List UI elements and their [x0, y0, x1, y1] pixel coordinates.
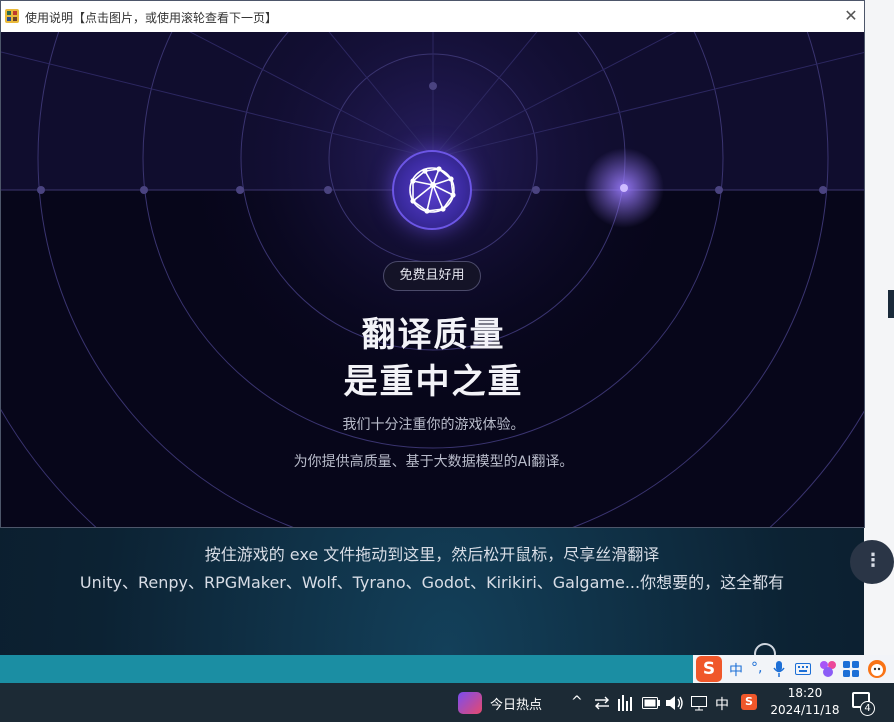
news-widget-label[interactable]: 今日热点 — [490, 694, 542, 713]
skin-icon[interactable] — [819, 660, 837, 678]
drop-hint-text: 按住游戏的 exe 文件拖动到这里，然后松开鼠标，尽享丝滑翻译 — [204, 545, 660, 564]
news-app-icon[interactable] — [458, 692, 482, 714]
toolbox-icon[interactable] — [843, 661, 859, 677]
feature-badge: 免费且好用 — [383, 261, 481, 291]
background-scroll-indicator[interactable] — [888, 290, 894, 318]
ime-punctuation-toggle[interactable]: °, — [751, 660, 762, 676]
subtitle-1: 我们十分注重你的游戏体验。 — [342, 417, 525, 433]
instructions-popup-window: 使用说明【点击图片，或使用滚轮查看下一页】 ✕ 免费且好用 翻译质量 是重中之重… — [0, 0, 865, 528]
headline-line-2: 是重中之重 — [343, 362, 524, 402]
input-language-indicator[interactable]: 中 — [715, 694, 729, 714]
show-hidden-icons-chevron-icon[interactable]: ^ — [571, 694, 583, 710]
kebab-menu-icon: ⋮ — [864, 550, 882, 571]
clock-date[interactable]: 2024/11/18 — [770, 703, 840, 717]
network-transfer-icon[interactable] — [594, 696, 610, 710]
display-icon[interactable] — [691, 695, 707, 711]
menu-button[interactable]: ⋮ — [850, 540, 894, 584]
ime-mode-toggle[interactable]: 中 — [729, 660, 743, 680]
ime-toolbar: S 中 °, — [693, 655, 894, 683]
volume-icon[interactable] — [666, 695, 684, 711]
microphone-icon[interactable] — [773, 661, 785, 677]
mascot-icon[interactable] — [867, 659, 887, 679]
sogou-tray-icon[interactable]: S — [741, 694, 757, 710]
taskbar: 今日热点 ^ 中 S 18:20 2024/11/18 4 — [0, 683, 894, 722]
close-button[interactable]: ✕ — [839, 4, 863, 28]
app-icon — [5, 9, 19, 23]
headline-line-1: 翻译质量 — [361, 315, 506, 355]
clock-time[interactable]: 18:20 — [770, 686, 840, 700]
network-globe-icon — [392, 150, 472, 230]
subtitle-2: 为你提供高质量、基于大数据模型的AI翻译。 — [293, 454, 574, 470]
popup-titlebar[interactable]: 使用说明【点击图片，或使用滚轮查看下一页】 ✕ — [1, 1, 864, 32]
supported-engines-text: Unity、Renpy、RPGMaker、Wolf、Tyrano、Godot、K… — [79, 573, 785, 592]
keyboard-icon[interactable] — [795, 663, 811, 675]
popup-title: 使用说明【点击图片，或使用滚轮查看下一页】 — [25, 11, 278, 25]
close-icon: ✕ — [844, 6, 858, 25]
slide-content[interactable]: 免费且好用 翻译质量 是重中之重 我们十分注重你的游戏体验。 为你提供高质量、基… — [1, 32, 864, 527]
notification-count-badge: 4 — [860, 701, 875, 716]
battery-icon[interactable] — [642, 697, 660, 709]
audio-meter-icon[interactable] — [618, 695, 634, 711]
sogou-logo-icon[interactable]: S — [696, 656, 722, 682]
